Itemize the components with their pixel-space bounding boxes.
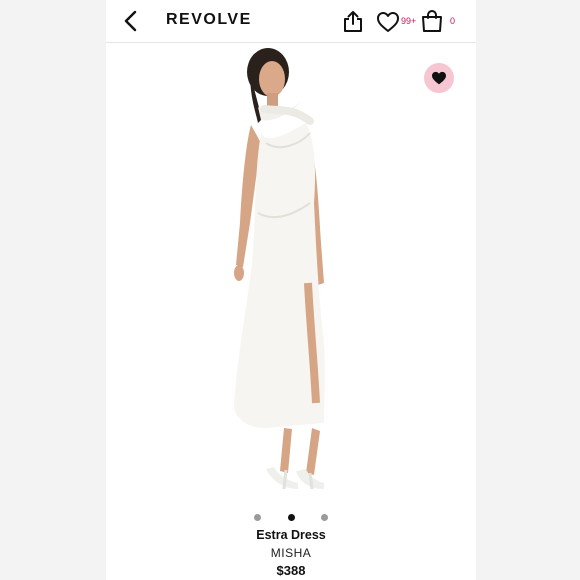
product-screen: REVOLVE 99+ 0 Estra Dress MISHA $388: [106, 0, 476, 580]
share-button[interactable]: [342, 9, 364, 33]
pagination-dot[interactable]: [320, 514, 328, 521]
brand-logo[interactable]: REVOLVE: [166, 11, 252, 29]
bag-count-badge: 0: [450, 16, 456, 26]
shopping-bag-button[interactable]: [420, 9, 444, 33]
product-price: $388: [276, 563, 306, 578]
product-image-gallery[interactable]: [106, 43, 476, 495]
shopping-bag-icon: [422, 9, 442, 32]
pagination-dot[interactable]: [254, 514, 262, 521]
chevron-left-icon: [124, 10, 137, 32]
favorites-button[interactable]: [376, 11, 400, 33]
back-button[interactable]: [120, 9, 142, 33]
top-navigation-bar: REVOLVE 99+ 0: [106, 0, 476, 43]
gallery-pagination: [106, 508, 476, 521]
share-icon: [344, 11, 362, 32]
product-photo: [234, 48, 325, 490]
add-to-wishlist-button[interactable]: [424, 63, 454, 93]
pagination-dot-active[interactable]: [287, 514, 295, 521]
favorites-count-badge: 99+: [401, 16, 417, 26]
product-name: Estra Dress: [256, 528, 326, 542]
heart-outline-icon: [377, 12, 399, 32]
heart-filled-icon: [432, 71, 446, 85]
product-brand[interactable]: MISHA: [106, 546, 476, 560]
